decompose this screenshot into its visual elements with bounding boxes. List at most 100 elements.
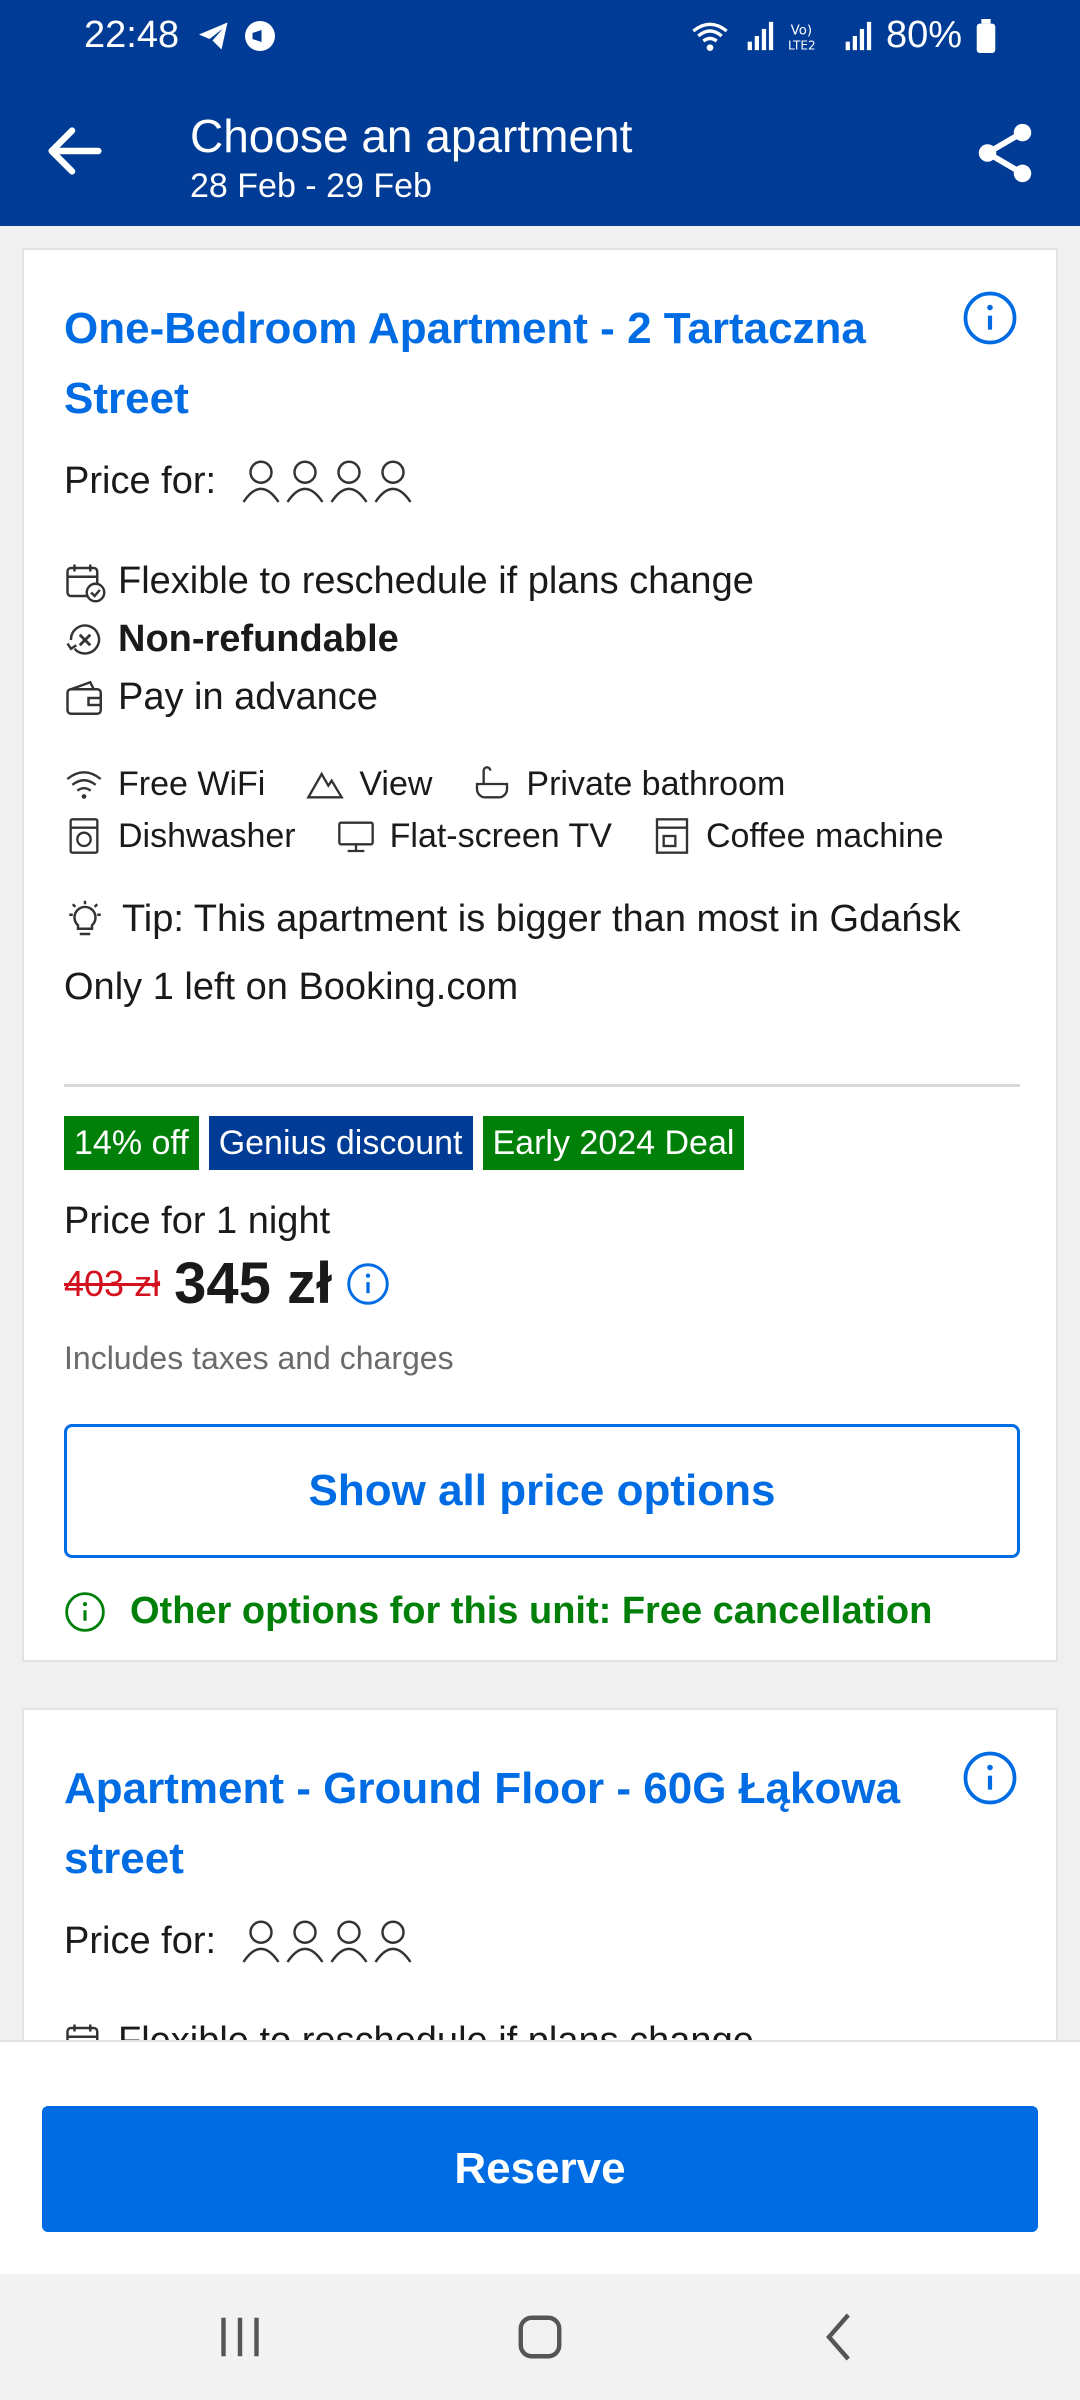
wifi-icon <box>692 22 728 51</box>
stay-dates: 28 Feb - 29 Feb <box>190 167 432 205</box>
share-icon[interactable] <box>970 118 1040 188</box>
guest-icons <box>240 458 414 504</box>
calendar-check-icon <box>66 564 106 602</box>
genius-badge: Genius discount <box>208 1116 473 1170</box>
wifi-icon <box>66 771 102 799</box>
person-icon <box>374 460 412 503</box>
top-app-bar: 22:48 Vo) LTE2 80% Choose an apartment 28… <box>0 0 1080 226</box>
facilities-row: Dishwasher Flat-screen TV Coffee machine <box>64 810 1024 862</box>
tip-text: Tip: This apartment is bigger than most … <box>122 898 961 940</box>
other-options-text: Other options for this unit: Free cancel… <box>130 1590 933 1632</box>
deal-badges: 14% off Genius discount Early 2024 Deal <box>64 1116 745 1170</box>
deal-badge: Early 2024 Deal <box>482 1116 745 1170</box>
price-for-row: Price for: <box>64 458 414 504</box>
facility-wifi: Free WiFi <box>64 764 265 804</box>
battery-icon <box>976 18 996 53</box>
tv-icon <box>337 821 374 853</box>
tip-row: Tip: This apartment is bigger than most … <box>64 898 961 941</box>
facility-coffee: Coffee machine <box>652 816 944 856</box>
person-icon <box>242 460 280 503</box>
info-icon[interactable] <box>962 1750 1018 1806</box>
wallet-icon <box>66 680 102 715</box>
lightbulb-icon <box>69 900 101 935</box>
person-icon <box>286 460 324 503</box>
header-row: Choose an apartment 28 Feb - 29 Feb <box>0 96 1080 216</box>
system-nav-bar <box>0 2274 1080 2400</box>
facility-label: Free WiFi <box>118 764 266 803</box>
coffee-machine-icon <box>655 818 689 854</box>
signal-icon-2 <box>845 21 872 50</box>
back-arrow-icon[interactable] <box>40 116 110 186</box>
status-time: 22:48 <box>84 14 180 56</box>
price-info-icon[interactable] <box>346 1262 390 1306</box>
condition-pay-advance: Pay in advance <box>64 676 378 719</box>
person-icon <box>242 1920 280 1963</box>
person-icon <box>330 460 368 503</box>
facility-label: Dishwasher <box>118 816 296 855</box>
discounted-price: 345 zł <box>174 1251 333 1316</box>
facility-bathroom: Private bathroom <box>472 764 785 804</box>
price-for-label: Price for: <box>64 459 217 502</box>
header-titles: Choose an apartment 28 Feb - 29 Feb <box>190 108 632 208</box>
mountain-icon <box>306 771 345 799</box>
availability-text: Only 1 left on Booking.com <box>64 966 519 1008</box>
facilities: Free WiFi View Private bathroom Dishwash… <box>64 758 1024 862</box>
status-left-icons <box>196 18 278 54</box>
apartment-card: Apartment - Ground Floor - 60G Łąkowa st… <box>22 1708 1058 2040</box>
condition-text: Flexible to reschedule if plans change <box>118 2020 754 2040</box>
signal-icon <box>747 21 774 50</box>
non-refundable-icon <box>66 623 101 655</box>
facility-dishwasher: Dishwasher <box>64 816 296 856</box>
divider <box>64 1084 1020 1087</box>
condition-text: Flexible to reschedule if plans change <box>118 560 754 602</box>
condition-flexible: Flexible to reschedule if plans change <box>64 2020 754 2040</box>
original-price: 403 zł <box>64 1262 161 1304</box>
back-nav-icon[interactable] <box>805 2304 875 2370</box>
battery-percent: 80% <box>885 14 962 56</box>
calendar-check-icon <box>66 2024 99 2040</box>
show-all-price-options-button[interactable]: Show all price options <box>64 1424 1020 1558</box>
apartment-title[interactable]: One-Bedroom Apartment - 2 Tartaczna Stre… <box>64 294 924 434</box>
status-bar: 22:48 Vo) LTE2 80% <box>0 0 1080 76</box>
info-icon <box>65 1591 105 1632</box>
home-icon[interactable] <box>505 2304 575 2370</box>
telegram-icon <box>199 22 228 50</box>
condition-text: Pay in advance <box>118 676 378 718</box>
taxes-note: Includes taxes and charges <box>64 1340 454 1376</box>
info-icon[interactable] <box>962 290 1018 346</box>
person-icon <box>286 1920 324 1963</box>
price-row: 403 zł 345 zł <box>64 1250 390 1317</box>
reserve-bar: Reserve <box>0 2040 1080 2274</box>
apartment-title[interactable]: Apartment - Ground Floor - 60G Łąkowa st… <box>64 1754 924 1894</box>
facilities-row: Free WiFi View Private bathroom <box>64 758 1024 810</box>
volte-icon: Vo)LTE2 <box>788 23 816 52</box>
person-icon <box>330 1920 368 1963</box>
price-for-row: Price for: <box>64 1918 414 1964</box>
person-icon <box>374 1920 412 1963</box>
apartment-list[interactable]: One-Bedroom Apartment - 2 Tartaczna Stre… <box>0 226 1080 2040</box>
status-right: Vo) LTE2 80% <box>690 14 996 57</box>
condition-text: Non-refundable <box>118 618 399 660</box>
facility-label: Flat-screen TV <box>389 816 612 855</box>
bath-icon <box>476 766 509 799</box>
facility-view: View <box>305 764 432 804</box>
facility-label: Coffee machine <box>705 816 944 855</box>
facility-tv: Flat-screen TV <box>336 816 612 856</box>
page-title: Choose an apartment <box>190 110 633 162</box>
condition-flexible: Flexible to reschedule if plans change <box>64 560 754 603</box>
svg-text:LTE2: LTE2 <box>788 38 816 52</box>
svg-text:Vo): Vo) <box>791 23 812 38</box>
facility-label: Private bathroom <box>526 764 786 803</box>
recent-apps-icon[interactable] <box>205 2304 275 2370</box>
guest-icons <box>240 1918 414 1964</box>
discount-badge: 14% off <box>64 1116 199 1170</box>
app-icon <box>245 21 275 51</box>
dishwasher-icon <box>69 818 99 854</box>
price-period-label: Price for 1 night <box>64 1200 331 1242</box>
price-for-label: Price for: <box>64 1919 217 1962</box>
facility-label: View <box>359 764 433 803</box>
reserve-button[interactable]: Reserve <box>42 2106 1038 2232</box>
condition-non-refundable: Non-refundable <box>64 618 399 661</box>
apartment-card: One-Bedroom Apartment - 2 Tartaczna Stre… <box>22 248 1058 1662</box>
other-options-row[interactable]: Other options for this unit: Free cancel… <box>64 1590 932 1633</box>
